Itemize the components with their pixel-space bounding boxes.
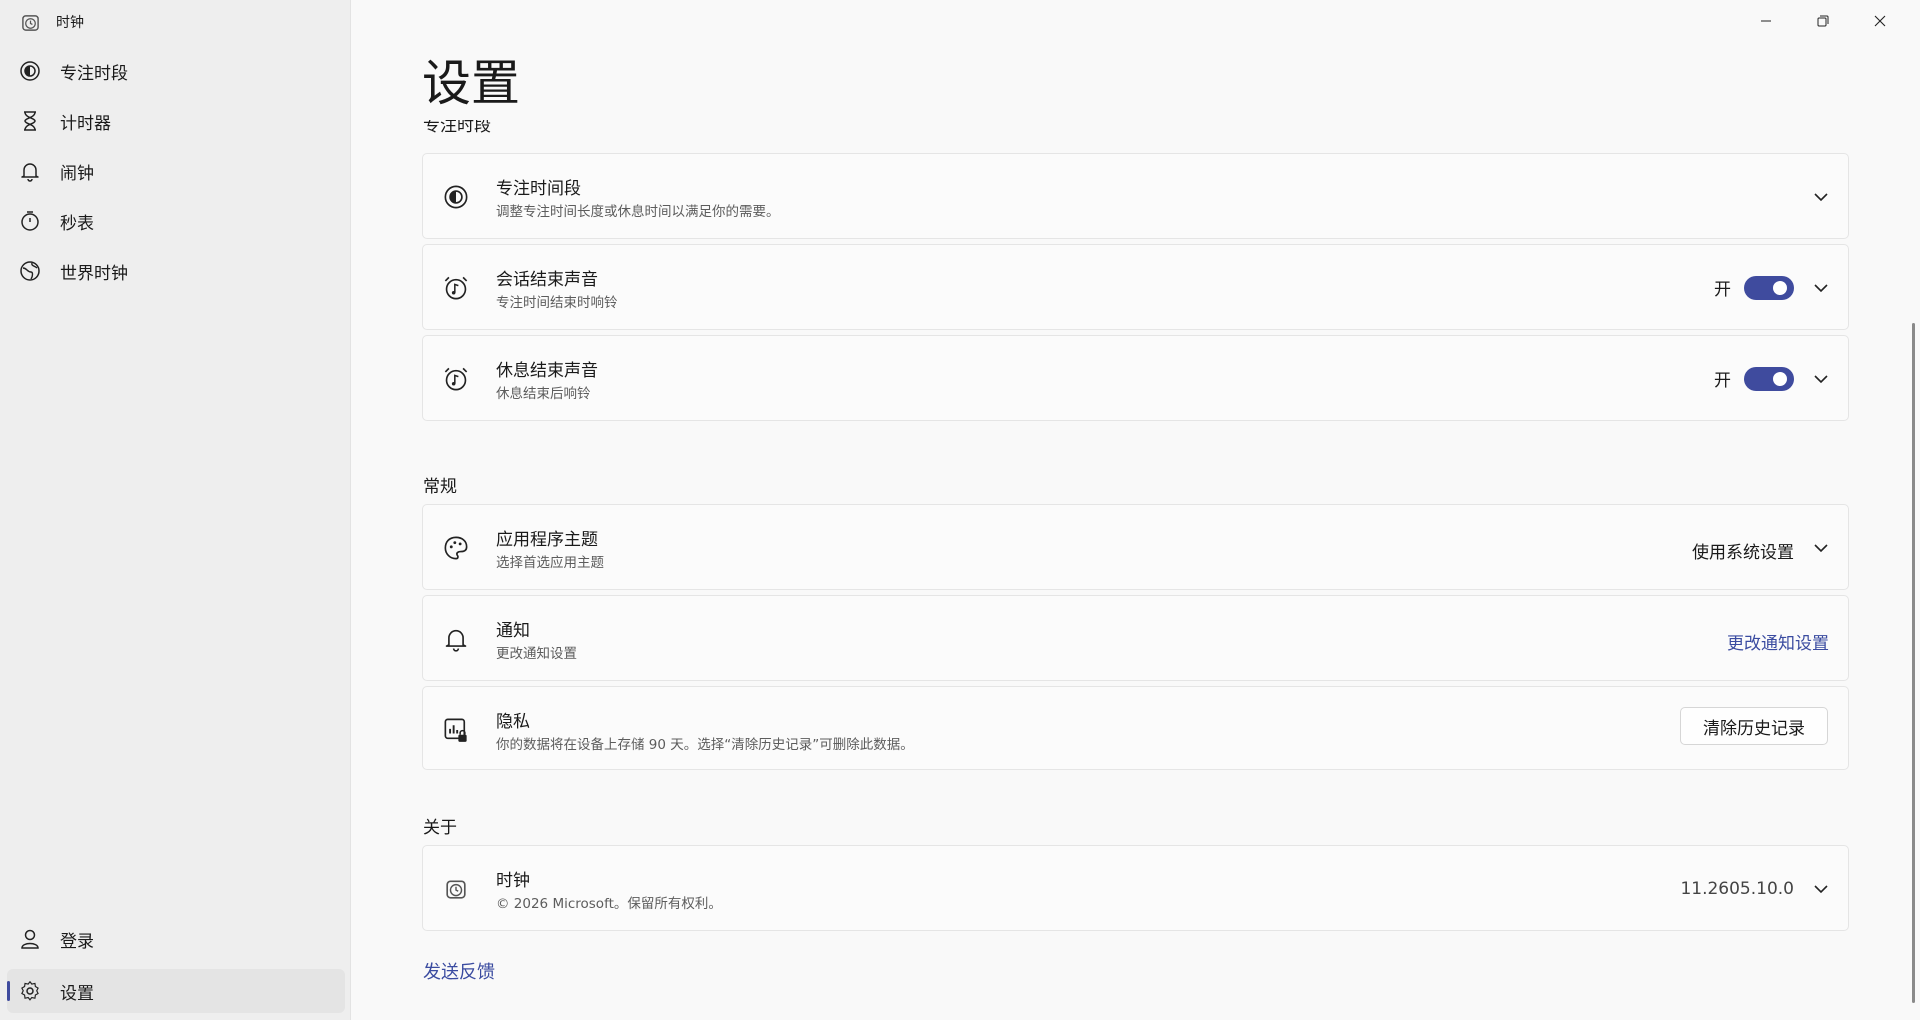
chevron-down-icon[interactable] bbox=[1812, 880, 1830, 898]
general-section-label: 常规 bbox=[423, 477, 457, 497]
privacy-card: 隐私 你的数据将在设备上存储 90 天。选择“清除历史记录”可删除此数据。 清除… bbox=[422, 686, 1849, 770]
clock-app-icon bbox=[21, 13, 40, 32]
bell-icon bbox=[443, 626, 469, 652]
chevron-down-icon[interactable] bbox=[1812, 279, 1830, 297]
card-subtitle: 选择首选应用主题 bbox=[496, 555, 604, 571]
break-sound-toggle[interactable] bbox=[1744, 366, 1794, 391]
card-title: 时钟 bbox=[496, 871, 530, 891]
change-notification-settings-link[interactable]: 更改通知设置 bbox=[1727, 629, 1829, 654]
notifications-card: 通知 更改通知设置 更改通知设置 bbox=[422, 595, 1849, 681]
page-title: 设置 bbox=[422, 55, 521, 112]
chevron-down-icon[interactable] bbox=[1812, 539, 1830, 557]
card-subtitle: 休息结束后响铃 bbox=[496, 386, 591, 402]
break-sound-toggle-group: 开 bbox=[1714, 366, 1794, 391]
sidebar-item-label: 世界时钟 bbox=[60, 264, 128, 284]
close-button[interactable] bbox=[1851, 6, 1908, 36]
send-feedback-link[interactable]: 发送反馈 bbox=[423, 958, 495, 984]
sidebar-item-label: 闹钟 bbox=[60, 164, 94, 184]
card-subtitle: © 2026 Microsoft。保留所有权利。 bbox=[496, 896, 722, 912]
palette-icon bbox=[443, 535, 469, 561]
settings-content: 设置 专注时段 专注时间段 调整专注时间长度或休息时间以满足你的需要。 会话结束… bbox=[351, 0, 1920, 1020]
sidebar-item-label: 秒表 bbox=[60, 214, 94, 234]
break-end-sound-card[interactable]: 休息结束声音 休息结束后响铃 开 bbox=[422, 335, 1849, 421]
sidebar-item-alarm[interactable]: 闹钟 bbox=[7, 149, 345, 193]
alarm-music-icon bbox=[443, 275, 469, 301]
app-theme-card[interactable]: 应用程序主题 选择首选应用主题 使用系统设置 bbox=[422, 504, 1849, 590]
focus-icon bbox=[443, 184, 469, 210]
card-title: 应用程序主题 bbox=[496, 530, 598, 550]
scrollbar[interactable] bbox=[1912, 323, 1915, 1003]
app-version: 11.2605.10.0 bbox=[1680, 879, 1794, 899]
focus-section-label: 专注时段 bbox=[423, 120, 491, 136]
window-controls bbox=[1737, 6, 1908, 36]
sidebar-item-timer[interactable]: 计时器 bbox=[7, 99, 345, 143]
sidebar-item-label: 计时器 bbox=[60, 114, 111, 134]
bell-icon bbox=[19, 160, 41, 182]
clock-app-icon bbox=[443, 876, 469, 902]
sidebar-item-sign-in[interactable]: 登录 bbox=[7, 917, 345, 961]
clear-history-button[interactable]: 清除历史记录 bbox=[1680, 707, 1828, 745]
card-title: 休息结束声音 bbox=[496, 361, 598, 381]
card-subtitle: 调整专注时间长度或休息时间以满足你的需要。 bbox=[496, 204, 780, 220]
sidebar-item-world-clock[interactable]: 世界时钟 bbox=[7, 249, 345, 293]
card-subtitle: 你的数据将在设备上存储 90 天。选择“清除历史记录”可删除此数据。 bbox=[496, 737, 914, 753]
session-sound-toggle[interactable] bbox=[1744, 275, 1794, 300]
gear-icon bbox=[19, 980, 41, 1002]
hourglass-icon bbox=[19, 110, 41, 132]
alarm-music-icon bbox=[443, 366, 469, 392]
sidebar-item-stopwatch[interactable]: 秒表 bbox=[7, 199, 345, 243]
sidebar-item-settings[interactable]: 设置 bbox=[7, 969, 345, 1013]
minimize-button[interactable] bbox=[1737, 6, 1794, 36]
restore-button[interactable] bbox=[1794, 6, 1851, 36]
about-section-label: 关于 bbox=[423, 818, 457, 838]
app-title: 时钟 bbox=[56, 15, 84, 31]
sidebar-item-label: 登录 bbox=[60, 932, 94, 952]
card-title: 专注时间段 bbox=[496, 179, 581, 199]
card-title: 隐私 bbox=[496, 712, 530, 732]
stopwatch-icon bbox=[19, 210, 41, 232]
person-icon bbox=[19, 928, 41, 950]
toggle-state-label: 开 bbox=[1714, 371, 1731, 391]
sidebar-item-focus[interactable]: 专注时段 bbox=[7, 49, 345, 93]
app-title-bar: 时钟 bbox=[21, 12, 84, 32]
chevron-down-icon[interactable] bbox=[1812, 370, 1830, 388]
toggle-state-label: 开 bbox=[1714, 280, 1731, 300]
sidebar-item-label: 专注时段 bbox=[60, 64, 128, 84]
card-title: 会话结束声音 bbox=[496, 270, 598, 290]
about-clock-card[interactable]: 时钟 © 2026 Microsoft。保留所有权利。 11.2605.10.0 bbox=[422, 845, 1849, 931]
focus-periods-card[interactable]: 专注时间段 调整专注时间长度或休息时间以满足你的需要。 bbox=[422, 153, 1849, 239]
card-subtitle: 专注时间结束时响铃 bbox=[496, 295, 618, 311]
card-subtitle: 更改通知设置 bbox=[496, 646, 577, 662]
chevron-down-icon[interactable] bbox=[1812, 188, 1830, 206]
sidebar: 时钟 专注时段 计时器 闹钟 秒表 世界时钟 登录 设置 bbox=[0, 0, 351, 1020]
session-end-sound-card[interactable]: 会话结束声音 专注时间结束时响铃 开 bbox=[422, 244, 1849, 330]
card-title: 通知 bbox=[496, 621, 530, 641]
globe-icon bbox=[19, 260, 41, 282]
sidebar-item-label: 设置 bbox=[60, 984, 94, 1004]
theme-selected-value: 使用系统设置 bbox=[1692, 543, 1794, 563]
privacy-chart-icon bbox=[443, 717, 469, 743]
focus-icon bbox=[19, 60, 41, 82]
session-sound-toggle-group: 开 bbox=[1714, 275, 1794, 300]
